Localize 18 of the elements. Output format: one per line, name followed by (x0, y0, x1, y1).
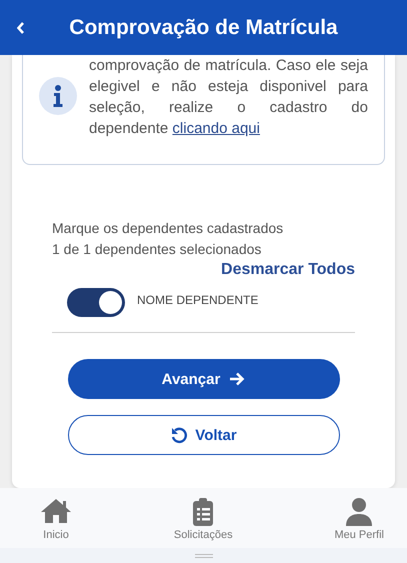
undo-icon (170, 426, 188, 444)
back-icon[interactable] (17, 22, 25, 34)
register-link[interactable]: clicando aqui (172, 120, 260, 137)
nav-item[interactable]: Solicitações (174, 488, 233, 548)
toggle-switch[interactable] (67, 288, 125, 317)
deselect-all-link[interactable]: Desmarcar Todos (221, 261, 355, 279)
arrow-icon (228, 370, 246, 388)
page-title: Comprovação de Matrícula (68, 16, 339, 40)
nav-item[interactable]: Meu Perfil (334, 488, 384, 548)
grip-icon (194, 554, 212, 558)
nav-item[interactable]: Inicio (40, 488, 72, 548)
instruction-text: Marque os dependentes cadastrados (52, 219, 284, 238)
info-text: comprovação de matrícula. Caso ele seja elegivel e não esteja disponivel para seleção, realize o cadastro do dependente clicando aqui (89, 56, 368, 139)
selection-count: 1 de 1 dependentes selecionados (52, 240, 262, 259)
dependent-name: NOME DEPENDENTE (137, 293, 258, 307)
back-button[interactable]: Voltar (68, 415, 340, 455)
info-icon (39, 77, 77, 115)
next-button[interactable]: Avançar (68, 359, 340, 399)
